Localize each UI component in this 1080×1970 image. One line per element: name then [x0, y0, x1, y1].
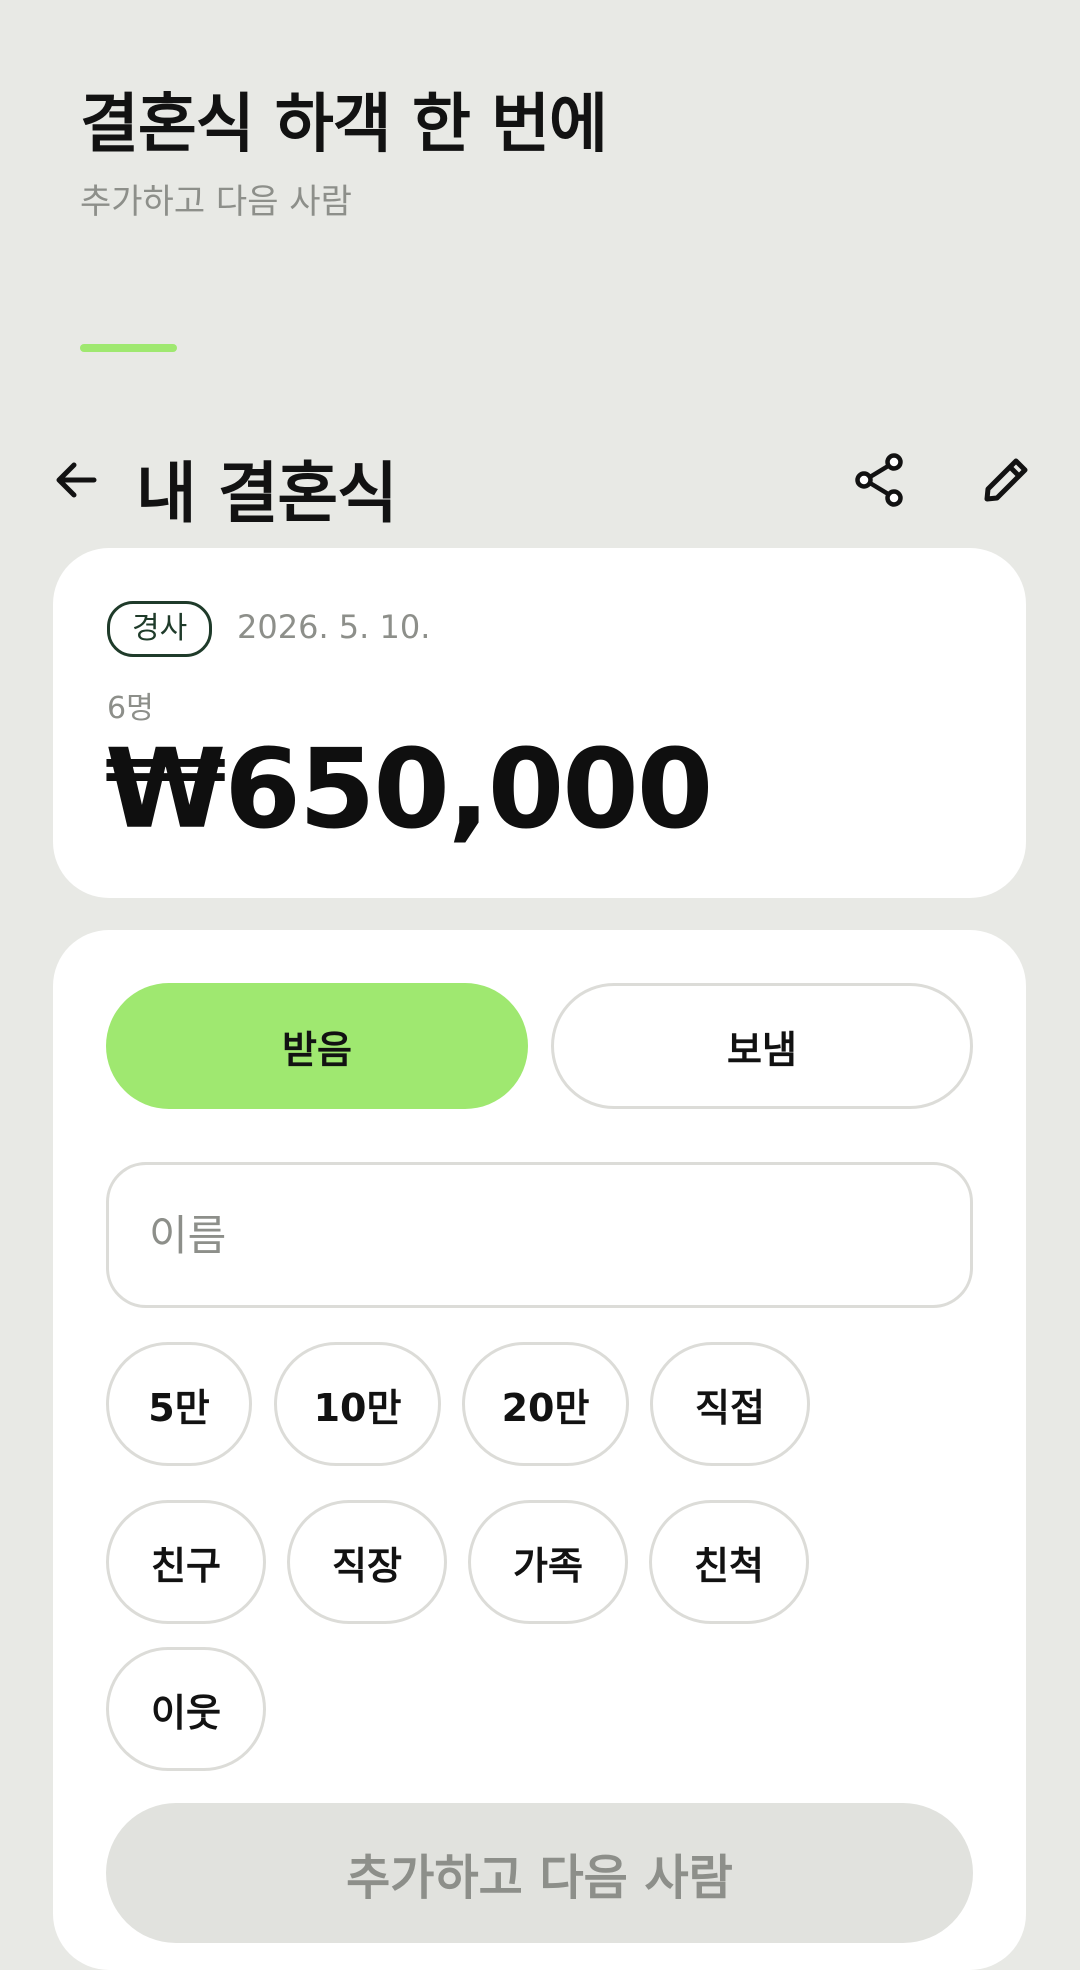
event-summary-card: 경사 2026. 5. 10. 6명 ₩650,000 [53, 548, 1026, 898]
relation-chip-friend[interactable]: 친구 [106, 1500, 266, 1624]
amount-chip-50k[interactable]: 5만 [106, 1342, 252, 1466]
pencil-icon [984, 458, 1028, 502]
app-header: 내 결혼식 [0, 430, 1080, 532]
relation-chip-neighbor[interactable]: 이웃 [106, 1647, 266, 1771]
amount-chip-100k[interactable]: 10만 [274, 1342, 441, 1466]
page-title: 내 결혼식 [136, 455, 398, 532]
relation-chip-work[interactable]: 직장 [287, 1500, 447, 1624]
edit-button[interactable] [974, 448, 1038, 512]
share-button[interactable] [848, 448, 912, 512]
share-icon [855, 453, 903, 507]
name-input[interactable] [106, 1162, 973, 1308]
event-date: 2026. 5. 10. [237, 608, 431, 646]
promo-subtitle: 추가하고 다음 사람 [80, 182, 352, 223]
received-toggle[interactable]: 받음 [106, 983, 528, 1109]
relation-chip-relative[interactable]: 친척 [649, 1500, 809, 1624]
relation-chip-family[interactable]: 가족 [468, 1500, 628, 1624]
promo-title: 결혼식 하객 한 번에 [80, 88, 608, 162]
add-next-button[interactable]: 추가하고 다음 사람 [106, 1803, 973, 1943]
amount-chip-200k[interactable]: 20만 [462, 1342, 629, 1466]
event-type-badge: 경사 [107, 601, 213, 657]
promo-banner: 결혼식 하객 한 번에 추가하고 다음 사람 [80, 88, 608, 223]
back-button[interactable] [44, 448, 108, 512]
amount-chip-custom[interactable]: 직접 [650, 1342, 810, 1466]
total-amount: ₩650,000 [105, 725, 713, 853]
sent-toggle[interactable]: 보냄 [551, 983, 973, 1109]
progress-indicator [80, 344, 177, 352]
arrow-left-icon [56, 462, 97, 498]
guest-entry-form: 받음 보냄 5만 10만 20만 직접 친구 직장 가족 친척 이웃 추가하고 … [53, 930, 1026, 1970]
